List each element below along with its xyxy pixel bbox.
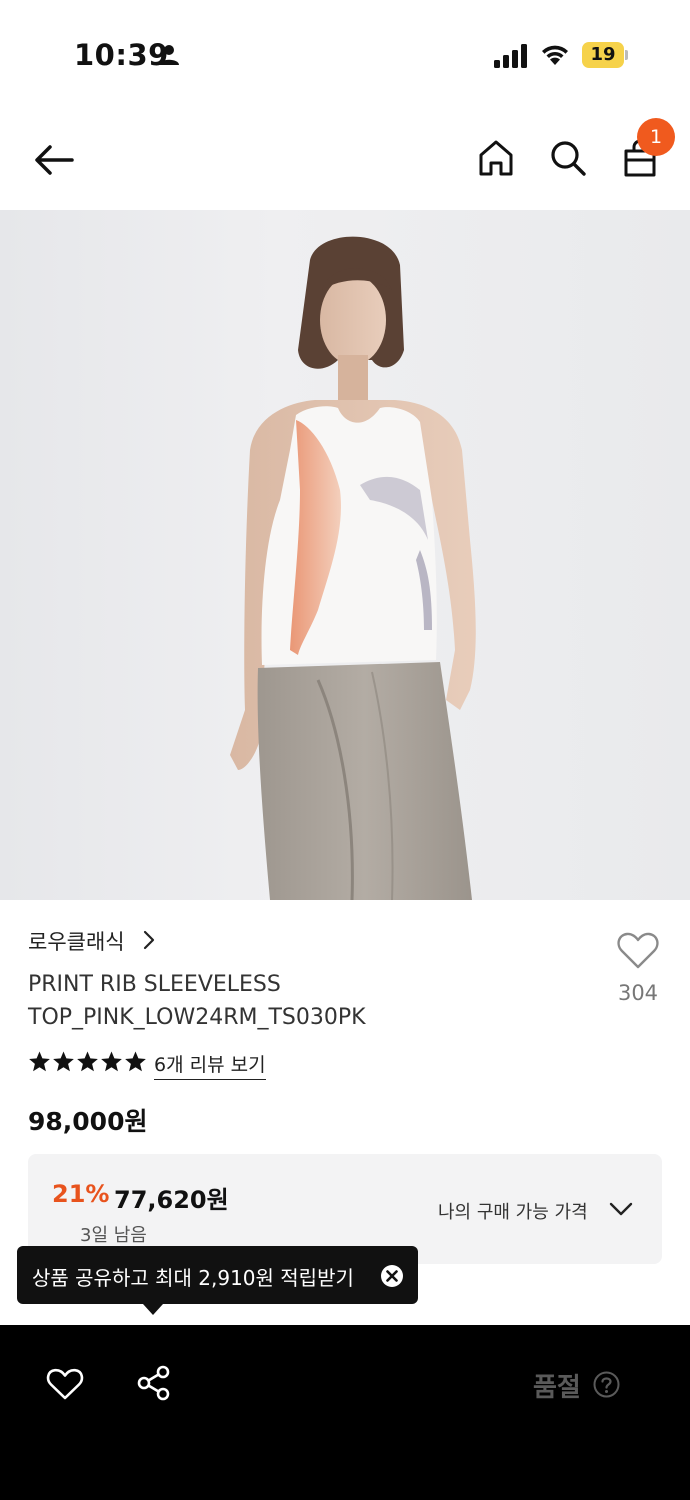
cart-count-badge: 1: [637, 118, 675, 156]
chevron-right-icon[interactable]: [142, 929, 156, 951]
app-header: 1: [0, 110, 690, 210]
home-icon[interactable]: [476, 138, 516, 178]
my-price-label[interactable]: 나의 구매 가능 가격: [438, 1198, 588, 1224]
battery-level: 19: [590, 44, 616, 65]
review-link[interactable]: 6개 리뷰 보기: [154, 1050, 266, 1080]
close-icon[interactable]: [380, 1264, 404, 1288]
original-price: 98,000원: [28, 1107, 148, 1136]
days-left: 3일 남음: [80, 1225, 147, 1246]
share-icon[interactable]: [136, 1365, 172, 1401]
chevron-down-icon[interactable]: [608, 1198, 634, 1220]
bottom-action-bar: 품절: [0, 1325, 690, 1500]
product-title-line2: TOP_PINK_LOW24RM_TS030PK: [28, 1005, 366, 1030]
status-time: 10:39: [74, 38, 169, 72]
discount-rate: 21%: [52, 1180, 110, 1208]
battery-icon: 19: [582, 42, 628, 68]
star-icon: [29, 1051, 50, 1072]
product-photo-illustration: [230, 236, 476, 900]
search-icon[interactable]: [548, 138, 588, 178]
battery-cap: [625, 50, 628, 60]
signal-icon: [494, 44, 527, 68]
product-title-line1: PRINT RIB SLEEVELESS: [28, 972, 281, 997]
tooltip-tail: [143, 1304, 163, 1315]
heart-icon[interactable]: [46, 1367, 84, 1401]
back-arrow-icon[interactable]: [30, 138, 78, 182]
status-bar: 10:39 19: [0, 0, 690, 110]
heart-icon[interactable]: [616, 930, 660, 970]
tooltip-text: 상품 공유하고 최대 2,910원 적립받기: [32, 1266, 354, 1290]
product-image[interactable]: [0, 210, 690, 900]
soldout-label: 품절: [533, 1373, 581, 1403]
star-icon: [125, 1051, 146, 1072]
wifi-icon: [542, 45, 568, 65]
help-icon[interactable]: [593, 1371, 620, 1398]
star-icon: [77, 1051, 98, 1072]
person-icon: [159, 45, 179, 65]
star-icon: [53, 1051, 74, 1072]
rating-stars: [28, 1050, 148, 1074]
star-icon: [101, 1051, 122, 1072]
share-reward-tooltip: 상품 공유하고 최대 2,910원 적립받기: [17, 1246, 418, 1315]
wish-count: 304: [617, 981, 659, 1005]
product-title: PRINT RIB SLEEVELESS TOP_PINK_LOW24RM_TS…: [28, 968, 588, 1034]
brand-name[interactable]: 로우클래식: [28, 926, 125, 956]
discount-price: 77,620원: [114, 1186, 229, 1214]
